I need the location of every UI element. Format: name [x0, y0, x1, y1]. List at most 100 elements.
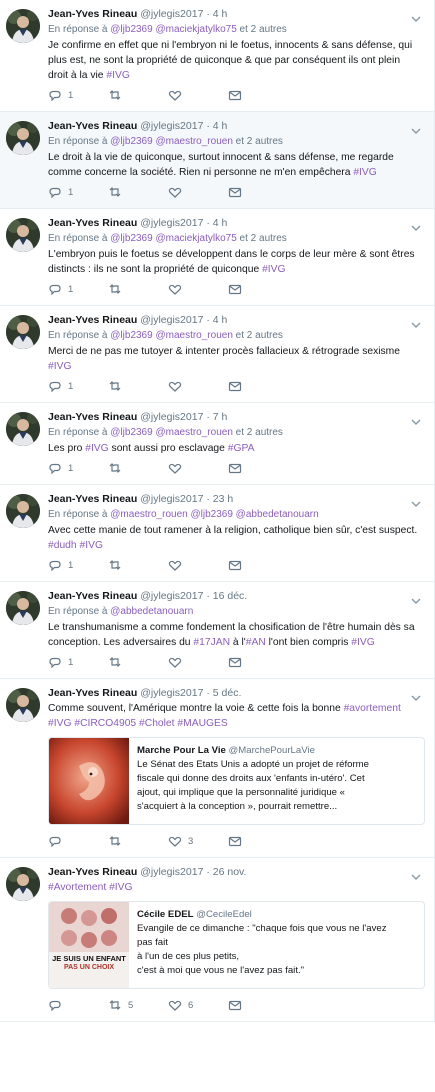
tweet-time[interactable]: 16 déc. — [213, 590, 247, 602]
reply-button[interactable]: 1 — [48, 657, 108, 668]
author-name[interactable]: Jean-Yves Rineau — [48, 411, 137, 423]
hashtag-link[interactable]: #Avortement — [48, 882, 106, 893]
reply-others[interactable]: et 2 autres — [236, 330, 283, 341]
author-handle[interactable]: @jylegis2017 — [140, 866, 203, 878]
hashtag-link[interactable]: #IVG — [48, 361, 71, 372]
reply-mention[interactable]: @ljb2369 — [110, 233, 152, 244]
reply-button[interactable]: 1 — [48, 463, 108, 474]
hashtag-link[interactable]: #IVG — [109, 882, 132, 893]
hashtag-link[interactable]: #IVG — [351, 637, 374, 648]
like-button[interactable] — [168, 560, 228, 571]
dm-button[interactable] — [228, 463, 288, 474]
tweet[interactable]: Jean-Yves Rineau @jylegis2017 · 5 déc. Co… — [0, 679, 435, 858]
author-handle[interactable]: @jylegis2017 — [140, 314, 203, 326]
reply-mention[interactable]: @maestro_rouen — [110, 509, 187, 520]
author-handle[interactable]: @jylegis2017 — [140, 493, 203, 505]
like-button[interactable] — [168, 187, 228, 198]
poster-image[interactable]: JE SUIS UN ENFANT PAS UN CHOIX — [49, 902, 129, 988]
reply-button[interactable]: 1 — [48, 381, 108, 392]
hashtag-link[interactable]: #Cholet — [139, 718, 175, 729]
hashtag-link[interactable]: #MAUGES — [177, 718, 227, 729]
tweet[interactable]: Jean-Yves Rineau @jylegis2017 · 16 déc. E… — [0, 582, 435, 679]
reply-mention[interactable]: @ljb2369 — [110, 24, 152, 35]
tweet[interactable]: Jean-Yves Rineau @jylegis2017 · 4 h En ré… — [0, 209, 435, 306]
chevron-down-icon[interactable] — [411, 868, 421, 880]
dm-button[interactable] — [228, 657, 288, 668]
hashtag-link[interactable]: #IVG — [262, 264, 285, 275]
dm-button[interactable] — [228, 284, 288, 295]
like-button[interactable] — [168, 657, 228, 668]
card-author-handle[interactable]: @CecileEdel — [196, 909, 252, 920]
retweet-button[interactable]: 5 — [108, 1000, 168, 1011]
chevron-down-icon[interactable] — [411, 316, 421, 328]
author-handle[interactable]: @jylegis2017 — [140, 120, 203, 132]
tweet-time[interactable]: 23 h — [213, 493, 233, 505]
retweet-button[interactable] — [108, 89, 168, 101]
reply-mention[interactable]: @abbedetanouarn — [110, 606, 193, 617]
like-button[interactable] — [168, 463, 228, 474]
reply-button[interactable] — [48, 836, 108, 847]
hashtag-link[interactable]: #dudh — [48, 540, 77, 551]
avatar[interactable] — [6, 867, 40, 901]
author-name[interactable]: Jean-Yves Rineau — [48, 687, 137, 699]
tweet-time[interactable]: 5 déc. — [213, 687, 242, 699]
quoted-card[interactable]: Marche Pour La Vie @MarchePourLaVie Le Sé… — [48, 737, 425, 825]
dm-button[interactable] — [228, 90, 288, 101]
embryo-image[interactable] — [49, 738, 129, 824]
author-handle[interactable]: @jylegis2017 — [140, 411, 203, 423]
retweet-button[interactable] — [108, 835, 168, 847]
author-handle[interactable]: @jylegis2017 — [140, 687, 203, 699]
like-button[interactable] — [168, 90, 228, 101]
tweet-time[interactable]: 7 h — [213, 411, 228, 423]
reply-button[interactable]: 1 — [48, 560, 108, 571]
retweet-button[interactable] — [108, 283, 168, 295]
reply-button[interactable] — [48, 1000, 108, 1011]
tweet-time[interactable]: 4 h — [213, 8, 228, 20]
card-author-name[interactable]: Cécile EDEL — [137, 909, 194, 920]
chevron-down-icon[interactable] — [411, 122, 421, 134]
avatar[interactable] — [6, 688, 40, 722]
chevron-down-icon[interactable] — [411, 10, 421, 22]
tweet-time[interactable]: 4 h — [213, 314, 228, 326]
reply-button[interactable]: 1 — [48, 284, 108, 295]
reply-others[interactable]: et 2 autres — [240, 233, 287, 244]
tweet[interactable]: Jean-Yves Rineau @jylegis2017 · 4 h En ré… — [0, 112, 435, 209]
like-button[interactable] — [168, 381, 228, 392]
like-button[interactable]: 3 — [168, 836, 228, 847]
chevron-down-icon[interactable] — [411, 413, 421, 425]
card-author-handle[interactable]: @MarchePourLaVie — [229, 745, 315, 756]
hashtag-link[interactable]: #IVG — [48, 718, 71, 729]
avatar[interactable] — [6, 494, 40, 528]
reply-mention[interactable]: @maestro_rouen — [155, 330, 232, 341]
hashtag-link[interactable]: #IVG — [106, 70, 129, 81]
chevron-down-icon[interactable] — [411, 592, 421, 604]
dm-button[interactable] — [228, 1000, 288, 1011]
author-handle[interactable]: @jylegis2017 — [140, 8, 203, 20]
dm-button[interactable] — [228, 187, 288, 198]
retweet-button[interactable] — [108, 462, 168, 474]
avatar[interactable] — [6, 218, 40, 252]
dm-button[interactable] — [228, 381, 288, 392]
avatar[interactable] — [6, 412, 40, 446]
author-name[interactable]: Jean-Yves Rineau — [48, 866, 137, 878]
reply-button[interactable]: 1 — [48, 187, 108, 198]
hashtag-link[interactable]: #CIRCO4905 — [74, 718, 136, 729]
reply-mention[interactable]: @maestro_rouen — [155, 136, 232, 147]
author-handle[interactable]: @jylegis2017 — [140, 217, 203, 229]
like-button[interactable] — [168, 284, 228, 295]
hashtag-link[interactable]: #IVG — [85, 443, 108, 454]
author-name[interactable]: Jean-Yves Rineau — [48, 590, 137, 602]
reply-mention[interactable]: @ljb2369 — [190, 509, 232, 520]
tweet[interactable]: Jean-Yves Rineau @jylegis2017 · 23 h En r… — [0, 485, 435, 582]
retweet-button[interactable] — [108, 380, 168, 392]
reply-others[interactable]: et 2 autres — [240, 24, 287, 35]
reply-mention[interactable]: @abbedetanouarn — [236, 509, 319, 520]
reply-mention[interactable]: @ljb2369 — [110, 427, 152, 438]
hashtag-link[interactable]: #AN — [246, 637, 266, 648]
chevron-down-icon[interactable] — [411, 689, 421, 701]
hashtag-link[interactable]: #IVG — [80, 540, 103, 551]
avatar[interactable] — [6, 591, 40, 625]
reply-button[interactable]: 1 — [48, 90, 108, 101]
author-name[interactable]: Jean-Yves Rineau — [48, 314, 137, 326]
reply-mention[interactable]: @maciekjatylko75 — [155, 233, 236, 244]
